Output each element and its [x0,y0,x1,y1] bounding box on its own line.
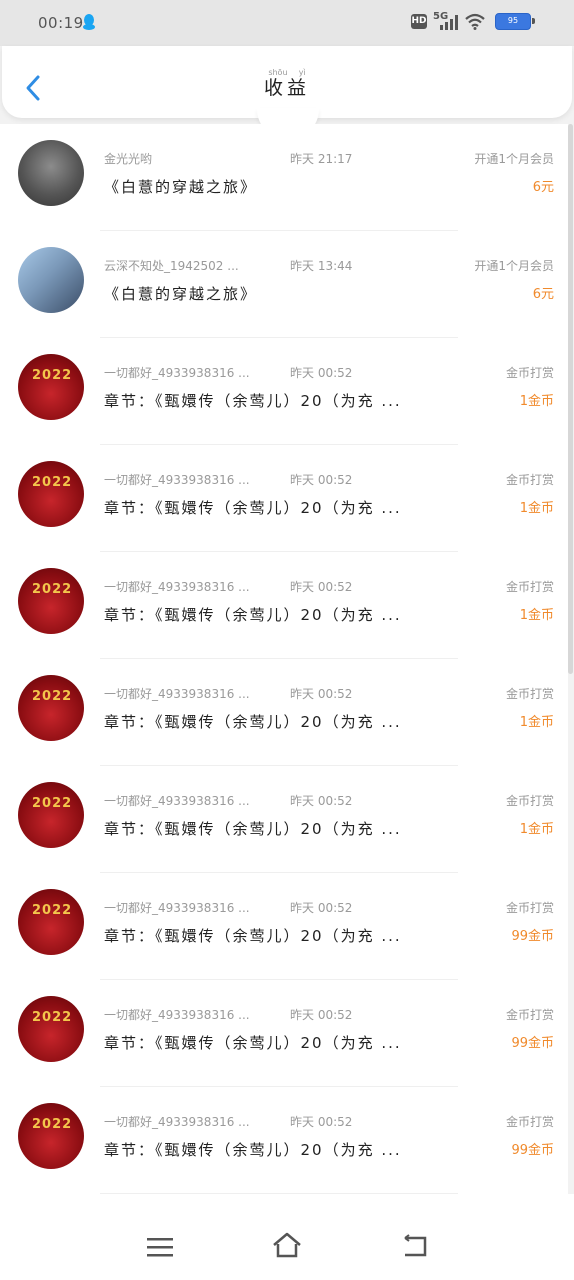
avatar[interactable]: 2022 [18,996,84,1062]
status-bar: 00:19 HD 5G 95 [0,0,574,46]
user-name: 金光光哟 [104,152,153,166]
earning-amount: 1金币 [519,608,554,623]
avatar-badge-text: 2022 [32,689,73,704]
earning-type: 金币打赏 [505,1115,554,1129]
list-item[interactable]: 云深不知处_1942502 ... 昨天 13:44 《白薏的穿越之旅》 开通1个月会… [0,231,568,338]
avatar-badge-text: 2022 [32,1117,73,1132]
earning-type: 开通1个月会员 [474,152,554,166]
timestamp: 昨天 00:52 [290,366,353,380]
timestamp: 昨天 13:44 [290,259,353,273]
user-name: 一切都好_4933938316 ... [104,1115,250,1129]
item-description: 章节：《甄嬛传（余莺儿）20（为充 ... [104,1141,402,1159]
avatar[interactable]: 2022 [18,782,84,848]
qq-icon [83,14,95,30]
avatar[interactable]: 2022 [18,568,84,634]
status-time: 00:19 [38,14,84,32]
list-item[interactable]: 2022 一切都好_4933938316 ... 昨天 00:52 章节：《甄嬛传（余… [0,338,568,445]
avatar[interactable] [18,140,84,206]
earning-amount: 6元 [532,287,554,302]
avatar-badge-text: 2022 [32,796,73,811]
earning-amount: 6元 [532,180,554,195]
item-description: 章节：《甄嬛传（余莺儿）20（为充 ... [104,927,402,945]
item-description: 章节：《甄嬛传（余莺儿）20（为充 ... [104,820,402,838]
user-name: 一切都好_4933938316 ... [104,901,250,915]
earning-amount: 99金币 [511,1036,554,1051]
avatar[interactable] [18,247,84,313]
item-description: 章节：《甄嬛传（余莺儿）20（为充 ... [104,713,402,731]
home-icon[interactable] [272,1232,302,1258]
avatar-badge-text: 2022 [32,368,73,383]
list-item[interactable]: 2022 一切都好_4933938316 ... 昨天 00:52 章节：《甄嬛传（余… [0,1087,568,1194]
list-item[interactable]: 2022 一切都好_4933938316 ... 昨天 00:52 章节：《甄嬛传（余… [0,980,568,1087]
earning-amount: 1金币 [519,394,554,409]
battery-level: 95 [507,16,519,25]
earning-type: 金币打赏 [505,366,554,380]
item-description: 章节：《甄嬛传（余莺儿）20（为充 ... [104,499,402,517]
avatar-badge-text: 2022 [32,475,73,490]
earnings-list[interactable]: 金光光哟 昨天 21:17 《白薏的穿越之旅》 开通1个月会员 6元 云深不知处_1942… [0,124,568,1194]
item-description: 章节：《甄嬛传（余莺儿）20（为充 ... [104,1034,402,1052]
back-icon[interactable] [401,1234,429,1258]
earning-amount: 1金币 [519,715,554,730]
wifi-icon [465,13,485,30]
list-item[interactable]: 金光光哟 昨天 21:17 《白薏的穿越之旅》 开通1个月会员 6元 [0,124,568,231]
earning-amount: 1金币 [519,822,554,837]
page-title: 收益shōu yì [263,68,310,99]
item-description: 章节：《甄嬛传（余莺儿）20（为充 ... [104,392,402,410]
earning-type: 开通1个月会员 [474,259,554,273]
timestamp: 昨天 00:52 [290,580,353,594]
earning-amount: 99金币 [511,929,554,944]
user-name: 一切都好_4933938316 ... [104,473,250,487]
system-nav-bar [0,1194,574,1280]
earning-amount: 1金币 [519,501,554,516]
list-item[interactable]: 2022 一切都好_4933938316 ... 昨天 00:52 章节：《甄嬛传（余… [0,552,568,659]
timestamp: 昨天 00:52 [290,901,353,915]
list-item[interactable]: 2022 一切都好_4933938316 ... 昨天 00:52 章节：《甄嬛传（余… [0,766,568,873]
avatar-badge-text: 2022 [32,903,73,918]
list-item[interactable]: 2022 一切都好_4933938316 ... 昨天 00:52 章节：《甄嬛传（余… [0,873,568,980]
timestamp: 昨天 00:52 [290,794,353,808]
earning-type: 金币打赏 [505,794,554,808]
avatar-badge-text: 2022 [32,1010,73,1025]
user-name: 一切都好_4933938316 ... [104,1008,250,1022]
earning-type: 金币打赏 [505,580,554,594]
user-name: 一切都好_4933938316 ... [104,687,250,701]
list-item[interactable]: 2022 一切都好_4933938316 ... 昨天 00:52 章节：《甄嬛传（余… [0,445,568,552]
hd-icon: HD [411,14,427,29]
scrollbar[interactable] [568,124,573,674]
item-description: 《白薏的穿越之旅》 [104,178,258,196]
battery-icon: 95 [495,13,535,30]
avatar-badge-text: 2022 [32,582,73,597]
timestamp: 昨天 00:52 [290,1115,353,1129]
user-name: 一切都好_4933938316 ... [104,366,250,380]
user-name: 一切都好_4933938316 ... [104,794,250,808]
signal-icon [440,15,458,30]
user-name: 一切都好_4933938316 ... [104,580,250,594]
earning-type: 金币打赏 [505,473,554,487]
avatar[interactable]: 2022 [18,1103,84,1169]
timestamp: 昨天 00:52 [290,473,353,487]
timestamp: 昨天 00:52 [290,1008,353,1022]
earning-amount: 99金币 [511,1143,554,1158]
menu-icon[interactable] [147,1237,173,1257]
avatar[interactable]: 2022 [18,354,84,420]
user-name: 云深不知处_1942502 ... [104,259,239,273]
item-description: 章节：《甄嬛传（余莺儿）20（为充 ... [104,606,402,624]
item-description: 《白薏的穿越之旅》 [104,285,258,303]
avatar[interactable]: 2022 [18,889,84,955]
avatar[interactable]: 2022 [18,675,84,741]
timestamp: 昨天 21:17 [290,152,353,166]
avatar[interactable]: 2022 [18,461,84,527]
earning-type: 金币打赏 [505,901,554,915]
list-item[interactable]: 2022 一切都好_4933938316 ... 昨天 00:52 章节：《甄嬛传（余… [0,659,568,766]
timestamp: 昨天 00:52 [290,687,353,701]
earning-type: 金币打赏 [505,687,554,701]
earning-type: 金币打赏 [505,1008,554,1022]
